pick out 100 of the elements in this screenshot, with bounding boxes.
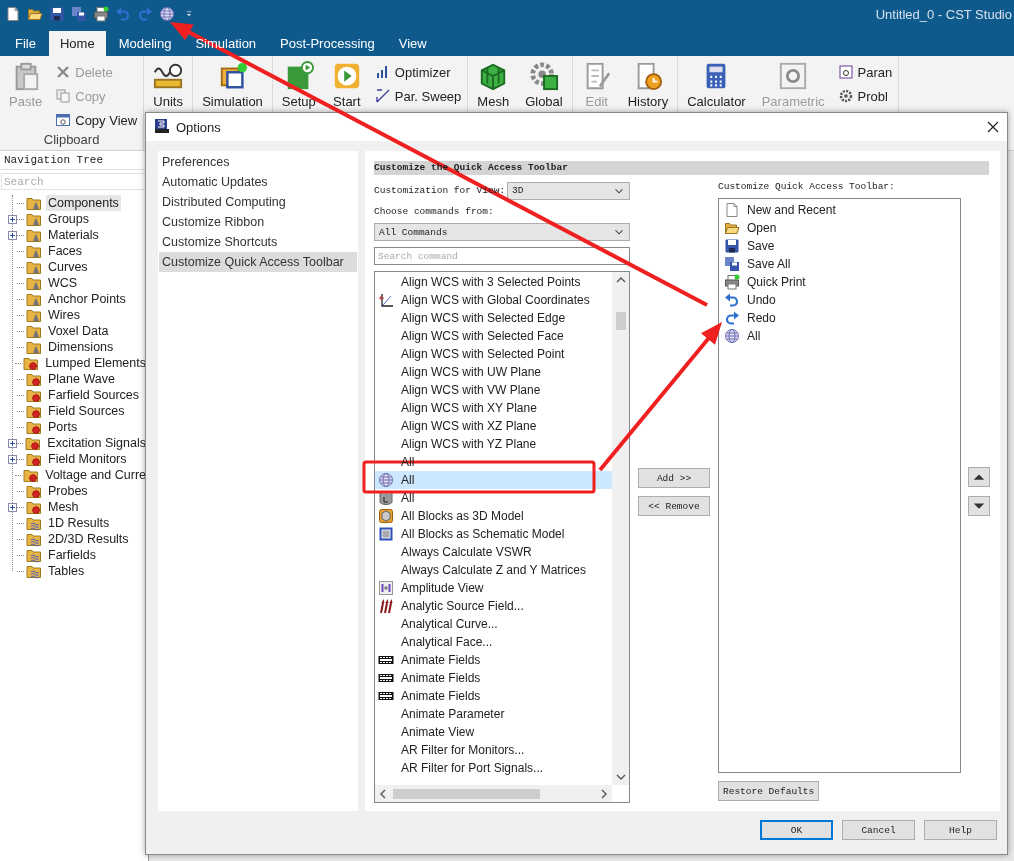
list-item[interactable]: Analytical Curve...: [375, 615, 612, 633]
add-button[interactable]: Add >>: [638, 468, 710, 488]
dialog-button[interactable]: Help: [924, 820, 997, 840]
list-item[interactable]: Analytical Face...: [375, 633, 612, 651]
expander-icon[interactable]: [8, 454, 17, 464]
list-item[interactable]: Animate Fields: [375, 651, 612, 669]
ribbon-button[interactable]: Calculator: [684, 60, 749, 132]
list-item[interactable]: Save All: [721, 255, 960, 273]
ribbon-tab[interactable]: Post-Processing: [269, 31, 386, 56]
list-item[interactable]: Align WCS with XZ Plane: [375, 417, 612, 435]
dropdown[interactable]: 3D: [507, 181, 630, 200]
expander-icon[interactable]: [8, 502, 17, 512]
remove-button[interactable]: << Remove: [638, 496, 710, 516]
expander-icon[interactable]: [8, 230, 17, 240]
tree-item[interactable]: Farfields: [46, 547, 98, 563]
category-item[interactable]: Customize Shortcuts: [159, 232, 357, 252]
list-item[interactable]: All Blocks as 3D Model: [375, 507, 612, 525]
list-item[interactable]: Animate Fields: [375, 687, 612, 705]
list-item[interactable]: Save: [721, 237, 960, 255]
category-item[interactable]: Automatic Updates: [159, 172, 357, 192]
move-up-button[interactable]: [968, 467, 990, 487]
list-item[interactable]: All Blocks as Schematic Model: [375, 525, 612, 543]
list-item[interactable]: Analytic Source Field...: [375, 597, 612, 615]
scrollbar-thumb[interactable]: [393, 788, 540, 799]
tree-item[interactable]: Field Monitors: [46, 451, 129, 467]
tree-item[interactable]: Wires: [46, 307, 82, 323]
expander-icon[interactable]: [8, 438, 17, 448]
tree-item[interactable]: Components: [46, 195, 121, 211]
save-all-icon[interactable]: [71, 6, 87, 22]
list-item[interactable]: Amplitude View: [375, 579, 612, 597]
tree-item[interactable]: Ports: [46, 419, 80, 435]
list-item[interactable]: All: [375, 471, 612, 489]
list-item[interactable]: Align WCS with 3 Selected Points: [375, 273, 612, 291]
tree-item[interactable]: Plane Wave: [46, 371, 117, 387]
dropdown[interactable]: All Commands: [374, 223, 630, 241]
list-item[interactable]: Align WCS with Selected Edge: [375, 309, 612, 327]
tree-item[interactable]: Lumped Elements: [43, 355, 148, 371]
printer-icon[interactable]: [93, 6, 109, 22]
scrollbar-thumb[interactable]: [615, 312, 626, 330]
list-item[interactable]: All: [375, 453, 612, 471]
tree-item[interactable]: Excitation Signals: [45, 435, 148, 451]
folder-icon[interactable]: [27, 6, 43, 22]
scrollbar[interactable]: [612, 272, 629, 785]
globe-icon[interactable]: [159, 6, 175, 22]
list-item[interactable]: Align WCS with YZ Plane: [375, 435, 612, 453]
tree-item[interactable]: 2D/3D Results: [46, 531, 131, 547]
restore-defaults-button[interactable]: Restore Defaults: [718, 781, 820, 801]
ribbon-button[interactable]: Par. Sweep: [374, 84, 462, 108]
tree-item[interactable]: Anchor Points: [46, 291, 128, 307]
list-item[interactable]: Quick Print: [721, 273, 960, 291]
expander-icon[interactable]: [8, 214, 17, 224]
scrollbar[interactable]: [375, 785, 612, 802]
dialog-button[interactable]: Cancel: [842, 820, 915, 840]
list-item[interactable]: Animate View: [375, 723, 612, 741]
tree-item[interactable]: Groups: [46, 211, 91, 227]
list-item[interactable]: All: [375, 489, 612, 507]
list-item[interactable]: Redo: [721, 309, 960, 327]
category-item[interactable]: Customize Quick Access Toolbar: [159, 252, 357, 272]
tree-item[interactable]: Voxel Data: [46, 323, 111, 339]
ribbon-tab[interactable]: Home: [48, 31, 106, 56]
save-icon[interactable]: [49, 6, 65, 22]
ribbon-button[interactable]: Probl: [837, 84, 893, 108]
tree-item[interactable]: Voltage and Curre: [43, 467, 148, 483]
close-icon[interactable]: [985, 119, 1001, 135]
list-item[interactable]: Always Calculate VSWR: [375, 543, 612, 561]
tree-item[interactable]: Curves: [46, 259, 90, 275]
list-item[interactable]: Align WCS with Global Coordinates: [375, 291, 612, 309]
tree-item[interactable]: Tables: [46, 563, 87, 579]
list-item[interactable]: Align WCS with VW Plane: [375, 381, 612, 399]
list-item[interactable]: Undo: [721, 291, 960, 309]
category-item[interactable]: Customize Ribbon: [159, 212, 357, 232]
category-item[interactable]: Preferences: [159, 152, 357, 172]
list-item[interactable]: New and Recent: [721, 201, 960, 219]
ribbon-tab[interactable]: File: [4, 31, 47, 56]
list-item[interactable]: All: [721, 327, 960, 345]
search-field[interactable]: Search command: [374, 247, 630, 265]
tree-item[interactable]: Materials: [46, 227, 101, 243]
tree-item[interactable]: WCS: [46, 275, 80, 291]
list-item[interactable]: Align WCS with Selected Point: [375, 345, 612, 363]
list-item[interactable]: AR Filter for Monitors...: [375, 741, 612, 759]
tree-item[interactable]: Farfield Sources: [46, 387, 141, 403]
list-item[interactable]: Align WCS with Selected Face: [375, 327, 612, 345]
ribbon-tab[interactable]: View: [387, 31, 438, 56]
tree-item[interactable]: Probes: [46, 483, 90, 499]
tree-item[interactable]: Mesh: [46, 499, 81, 515]
tree-item[interactable]: Dimensions: [46, 339, 116, 355]
dialog-button[interactable]: OK: [760, 820, 833, 840]
list-item[interactable]: Animate Fields: [375, 669, 612, 687]
tree-item[interactable]: Faces: [46, 243, 85, 259]
ribbon-button[interactable]: Optimizer: [374, 60, 462, 84]
tree-item[interactable]: 1D Results: [46, 515, 112, 531]
ribbon-button[interactable]: Copy View: [55, 108, 138, 132]
tree-item[interactable]: Field Sources: [46, 403, 127, 419]
move-down-button[interactable]: [968, 496, 990, 516]
list-item[interactable]: Always Calculate Z and Y Matrices: [375, 561, 612, 579]
list-item[interactable]: Animate Parameter: [375, 705, 612, 723]
document-icon[interactable]: [5, 6, 21, 22]
ribbon-button[interactable]: Paran: [837, 60, 893, 84]
list-item[interactable]: Align WCS with XY Plane: [375, 399, 612, 417]
list-item[interactable]: Open: [721, 219, 960, 237]
